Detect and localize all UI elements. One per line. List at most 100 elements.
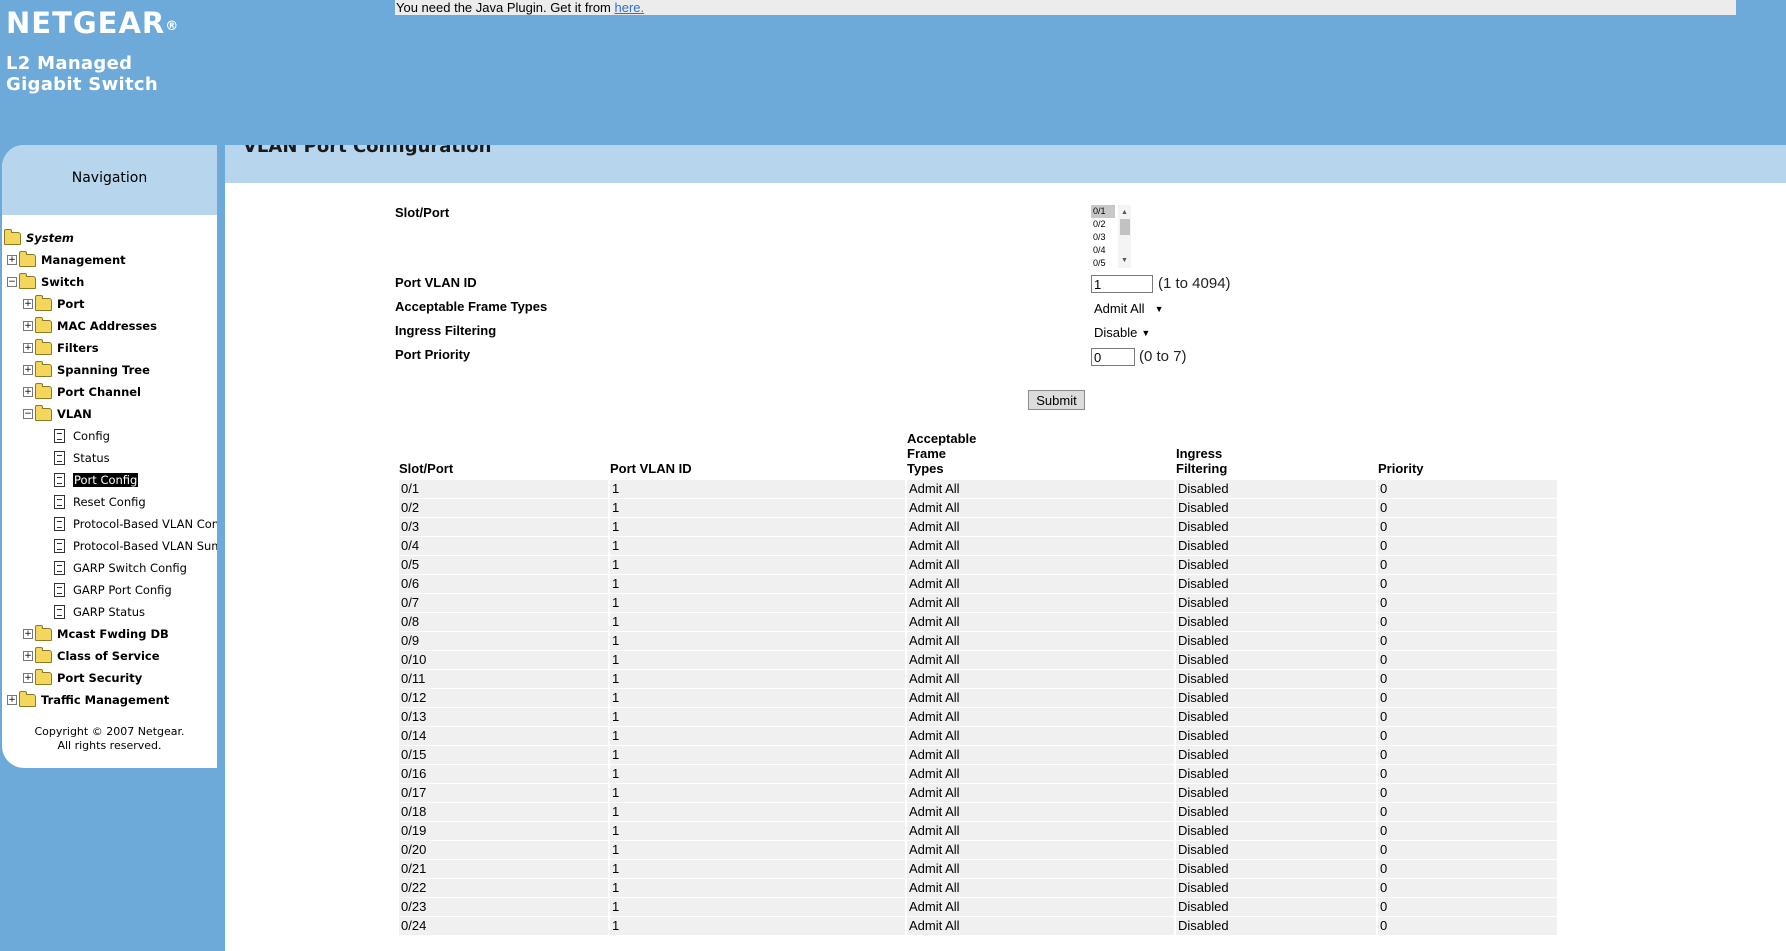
table-row: 0/8 1 Admit All Disabled 0 [397,613,1717,631]
nav-item-protocol-based-vlan-sumn[interactable]: Protocol-Based VLAN Sumn [2,535,217,557]
nav-item-garp-status[interactable]: GARP Status [2,601,217,623]
expand-icon[interactable]: + [23,365,33,375]
table-cell: Admit All [907,841,1174,859]
nav-item-port-config[interactable]: Port Config [2,469,217,491]
table-row: 0/4 1 Admit All Disabled 0 [397,537,1717,555]
table-cell: 0 [1378,613,1557,631]
table-cell: 0 [1378,594,1557,612]
collapse-icon[interactable]: − [7,277,17,287]
nav-item-mcast-fwding-db[interactable]: + Mcast Fwding DB [2,623,217,645]
table-row: 0/23 1 Admit All Disabled 0 [397,898,1717,916]
pvid-input[interactable]: 1 [1091,275,1153,293]
expand-icon[interactable]: + [23,629,33,639]
nav-item-label: Traffic Management [41,693,170,707]
nav-item-label: Config [73,429,110,443]
product-line-1: L2 Managed [6,53,133,74]
slot-port-option[interactable]: 0/4 [1091,244,1115,257]
nav-item-port-security[interactable]: + Port Security [2,667,217,689]
dropdown-arrow-icon: ▼ [1154,304,1164,314]
collapse-icon[interactable]: − [23,409,33,419]
nav-item-management[interactable]: + Management [2,249,217,271]
copyright-line-1: Copyright © 2007 Netgear. [34,725,185,738]
slot-port-listbox[interactable]: 0/1 0/2 0/3 0/4 0/5 ▲ ▼ [1091,205,1131,268]
nav-item-label: Switch [41,275,85,289]
table-cell: 1 [610,860,905,878]
product-name: L2 Managed Gigabit Switch [6,53,179,95]
table-row: 0/24 1 Admit All Disabled 0 [397,917,1717,935]
table-cell: Admit All [907,537,1174,555]
table-cell: Disabled [1176,727,1376,745]
table-cell: Disabled [1176,480,1376,498]
nav-item-reset-config[interactable]: Reset Config [2,491,217,513]
slot-port-option[interactable]: 0/2 [1091,218,1115,231]
expand-icon[interactable]: + [23,321,33,331]
table-row: 0/16 1 Admit All Disabled 0 [397,765,1717,783]
table-cell: 0/14 [399,727,608,745]
table-cell: 0 [1378,803,1557,821]
nav-item-spanning-tree[interactable]: + Spanning Tree [2,359,217,381]
java-plugin-link[interactable]: here. [615,0,645,15]
column-header: Acceptable Frame Types [907,431,977,476]
nav-item-status[interactable]: Status [2,447,217,469]
column-header: Priority [1378,461,1424,476]
listbox-scrollbar[interactable]: ▲ ▼ [1118,205,1131,268]
folder-icon [35,295,52,311]
netgear-logo: NETGEAR® [6,6,179,40]
nav-item-label: Reset Config [73,495,146,509]
table-cell: 0 [1378,746,1557,764]
table-cell: 1 [610,632,905,650]
nav-item-port[interactable]: + Port [2,293,217,315]
table-row: 0/5 1 Admit All Disabled 0 [397,556,1717,574]
priority-range-hint: (0 to 7) [1139,348,1187,365]
slot-port-option[interactable]: 0/1 [1091,205,1115,218]
table-cell: Admit All [907,613,1174,631]
nav-item-protocol-based-vlan-confi[interactable]: Protocol-Based VLAN Confi [2,513,217,535]
nav-item-system[interactable]: System [2,227,217,249]
expand-icon[interactable]: + [23,651,33,661]
table-cell: Admit All [907,499,1174,517]
expand-icon[interactable]: + [23,387,33,397]
table-cell: Admit All [907,632,1174,650]
folder-open-icon [4,229,21,245]
scroll-thumb[interactable] [1120,219,1130,235]
nav-item-vlan[interactable]: − VLAN [2,403,217,425]
table-cell: 1 [610,917,905,935]
slot-port-option[interactable]: 0/5 [1091,257,1115,270]
nav-item-port-channel[interactable]: + Port Channel [2,381,217,403]
nav-item-class-of-service[interactable]: + Class of Service [2,645,217,667]
nav-item-filters[interactable]: + Filters [2,337,217,359]
nav-item-switch[interactable]: − Switch [2,271,217,293]
page-icon [54,429,65,443]
ingress-filtering-select[interactable]: Disable ▼ [1094,325,1151,340]
expand-icon[interactable]: + [23,299,33,309]
table-row: 0/15 1 Admit All Disabled 0 [397,746,1717,764]
column-header: Port VLAN ID [610,461,692,476]
folder-icon [35,647,52,663]
port-priority-input[interactable]: 0 [1091,348,1135,366]
slot-port-option[interactable]: 0/3 [1091,231,1115,244]
table-cell: 0 [1378,499,1557,517]
table-cell: 0/1 [399,480,608,498]
nav-item-config[interactable]: Config [2,425,217,447]
frame-types-select[interactable]: Admit All ▼ [1094,301,1164,316]
nav-item-label: Port Security [57,671,143,685]
table-cell: Disabled [1176,746,1376,764]
table-cell: 1 [610,499,905,517]
page-icon [54,495,65,509]
nav-item-garp-port-config[interactable]: GARP Port Config [2,579,217,601]
folder-icon [35,669,52,685]
submit-button[interactable]: Submit [1028,390,1085,410]
nav-item-mac-addresses[interactable]: + MAC Addresses [2,315,217,337]
nav-item-traffic-management[interactable]: + Traffic Management [2,689,217,711]
expand-icon[interactable]: + [23,673,33,683]
scroll-down-arrow-icon[interactable]: ▼ [1121,254,1128,267]
table-row: 0/1 1 Admit All Disabled 0 [397,480,1717,498]
expand-icon[interactable]: + [7,695,17,705]
nav-item-garp-switch-config[interactable]: GARP Switch Config [2,557,217,579]
table-cell: Disabled [1176,708,1376,726]
expand-icon[interactable]: + [7,255,17,265]
table-cell: 0/18 [399,803,608,821]
scroll-up-arrow-icon[interactable]: ▲ [1121,206,1128,219]
table-cell: Admit All [907,708,1174,726]
expand-icon[interactable]: + [23,343,33,353]
